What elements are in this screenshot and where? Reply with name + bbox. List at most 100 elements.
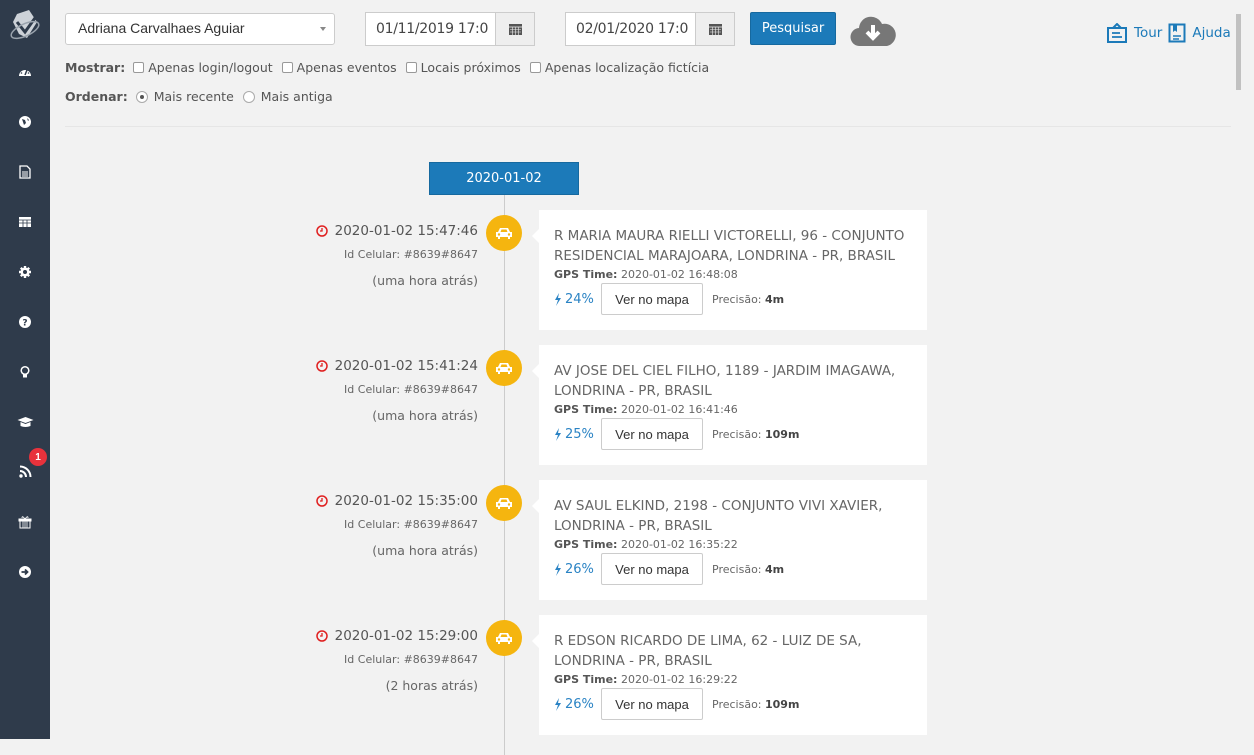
question-icon: ? [19, 316, 31, 329]
timeline-marker [486, 485, 522, 521]
precision-label: Precisão: [712, 697, 762, 711]
entry-timestamp: 2020-01-02 15:35:00 [334, 493, 478, 509]
location-address: AV JOSE DEL CIEL FILHO, 1189 - JARDIM IM… [554, 363, 896, 399]
sidebar-item-dashboard[interactable] [0, 57, 50, 87]
car-icon [496, 633, 512, 644]
sidebar-item-logout[interactable] [0, 557, 50, 587]
gps-time-value: 2020-01-02 16:48:08 [620, 268, 738, 281]
card-actions: 24% Ver no mapa Precisão: 4m [554, 283, 912, 315]
user-select-value: Adriana Carvalhaes Aguiar [78, 20, 245, 36]
checkbox[interactable] [133, 62, 145, 73]
gps-time-label: GPS Time: [554, 268, 618, 281]
entry-meta: 2020-01-02 15:35:00 Id Celular: #8639#86… [258, 492, 478, 558]
location-card: AV JOSE DEL CIEL FILHO, 1189 - JARDIM IM… [532, 345, 927, 465]
gps-time-label: GPS Time: [554, 538, 618, 551]
card-actions: 26% Ver no mapa Precisão: 109m [554, 688, 912, 720]
date-from-input[interactable]: 01/11/2019 17:0 [365, 12, 495, 46]
view-on-map-button[interactable]: Ver no mapa [601, 418, 703, 450]
rss-icon [19, 465, 32, 478]
chevron-down-icon [320, 27, 326, 31]
date-to-calendar-button[interactable] [695, 12, 735, 46]
entry-relative-time: (uma hora atrás) [372, 543, 478, 558]
help-link[interactable]: Ajuda [1168, 23, 1231, 43]
sidebar-item-settings[interactable] [0, 257, 50, 287]
timeline-entry: 2020-01-02 15:29:00 Id Celular: #8639#86… [50, 615, 950, 747]
radio-oldest[interactable]: Mais antiga [242, 89, 333, 104]
view-on-map-button[interactable]: Ver no mapa [601, 553, 703, 585]
radio[interactable] [135, 90, 148, 103]
timeline-marker [486, 620, 522, 656]
entry-id-celular: Id Celular: #8639#8647 [344, 653, 478, 666]
precision-label: Precisão: [712, 292, 762, 306]
lightning-icon [555, 697, 561, 711]
scrollbar[interactable] [1234, 0, 1244, 739]
sidebar-item-gift[interactable] [0, 507, 50, 537]
gps-time-value: 2020-01-02 16:41:46 [620, 403, 738, 416]
entry-timestamp-row: 2020-01-02 15:35:00 [258, 492, 478, 510]
checkbox-fake-location[interactable]: Apenas localização fictícia [529, 60, 710, 75]
car-icon [496, 228, 512, 239]
tour-link[interactable]: Tour [1106, 23, 1162, 43]
user-select[interactable]: Adriana Carvalhaes Aguiar [65, 13, 335, 45]
lightning-icon [555, 292, 561, 306]
battery-level: 26% [554, 562, 601, 577]
precision-value: 4m [765, 562, 785, 576]
timeline-marker [486, 215, 522, 251]
main-content: Adriana Carvalhaes Aguiar 01/11/2019 17:… [50, 0, 1244, 755]
checkbox[interactable] [405, 62, 417, 73]
sidebar-item-reports[interactable] [0, 157, 50, 187]
precision-label: Precisão: [712, 427, 762, 441]
battery-level: 25% [554, 427, 601, 442]
checkbox[interactable] [281, 62, 293, 73]
checkbox-events[interactable]: Apenas eventos [281, 60, 397, 75]
sidebar-item-help[interactable]: ? [0, 307, 50, 337]
checkbox-label: Apenas eventos [296, 60, 397, 75]
timeline-entry: 2020-01-02 15:47:46 Id Celular: #8639#86… [50, 210, 950, 342]
gps-time-label: GPS Time: [554, 403, 618, 416]
car-icon [496, 498, 512, 509]
lightbulb-icon [20, 365, 30, 378]
show-filters: Mostrar: Apenas login/logout Apenas even… [65, 60, 718, 75]
help-book-icon [1168, 23, 1186, 43]
radio[interactable] [242, 90, 255, 103]
scrollbar-thumb[interactable] [1236, 14, 1241, 90]
radio-most-recent[interactable]: Mais recente [135, 89, 234, 104]
entry-meta: 2020-01-02 15:47:46 Id Celular: #8639#86… [258, 222, 478, 288]
timeline-entry: 2020-01-02 15:41:24 Id Celular: #8639#86… [50, 345, 950, 477]
svg-text:?: ? [22, 319, 27, 329]
precision-value: 109m [765, 697, 800, 711]
entry-timestamp: 2020-01-02 15:41:24 [334, 358, 478, 374]
view-on-map-button[interactable]: Ver no mapa [601, 283, 703, 315]
entry-meta: 2020-01-02 15:41:24 Id Celular: #8639#86… [258, 357, 478, 423]
date-to-group: 02/01/2020 17:0 [565, 12, 735, 46]
precision-value: 109m [765, 427, 800, 441]
sidebar-item-globe[interactable] [0, 107, 50, 137]
checkbox-login-logout[interactable]: Apenas login/logout [133, 60, 273, 75]
precision: Precisão: 109m [712, 698, 799, 711]
search-button[interactable]: Pesquisar [750, 12, 836, 45]
lightning-icon [555, 427, 561, 441]
location-address: R EDSON RICARDO DE LIMA, 62 - LUIZ DE SA… [554, 633, 862, 669]
checkbox-label: Apenas login/logout [148, 60, 273, 75]
location-card: AV SAUL ELKIND, 2198 - CONJUNTO VIVI XAV… [532, 480, 927, 600]
date-to-input[interactable]: 02/01/2020 17:0 [565, 12, 695, 46]
card-actions: 25% Ver no mapa Precisão: 109m [554, 418, 912, 450]
checkbox-nearby[interactable]: Locais próximos [405, 60, 521, 75]
checkbox-label: Apenas localização fictícia [544, 60, 710, 75]
logo-icon[interactable] [7, 8, 43, 44]
location-card: R EDSON RICARDO DE LIMA, 62 - LUIZ DE SA… [532, 615, 927, 735]
cloud-download-icon[interactable] [850, 13, 896, 49]
gps-time: GPS Time: 2020-01-02 16:41:46 [554, 403, 912, 416]
gps-time-value: 2020-01-02 16:29:22 [620, 673, 738, 686]
view-on-map-button[interactable]: Ver no mapa [601, 688, 703, 720]
location-address: R MARIA MAURA RIELLI VICTORELLI, 96 - CO… [554, 228, 905, 264]
date-from-calendar-button[interactable] [495, 12, 535, 46]
checkbox[interactable] [529, 62, 541, 73]
sidebar-item-tips[interactable] [0, 357, 50, 387]
sidebar-item-table[interactable] [0, 207, 50, 237]
table-icon [19, 217, 31, 227]
divider [65, 126, 1231, 127]
clock-icon [315, 225, 328, 237]
sidebar-item-training[interactable] [0, 407, 50, 437]
entry-id-celular: Id Celular: #8639#8647 [344, 248, 478, 261]
